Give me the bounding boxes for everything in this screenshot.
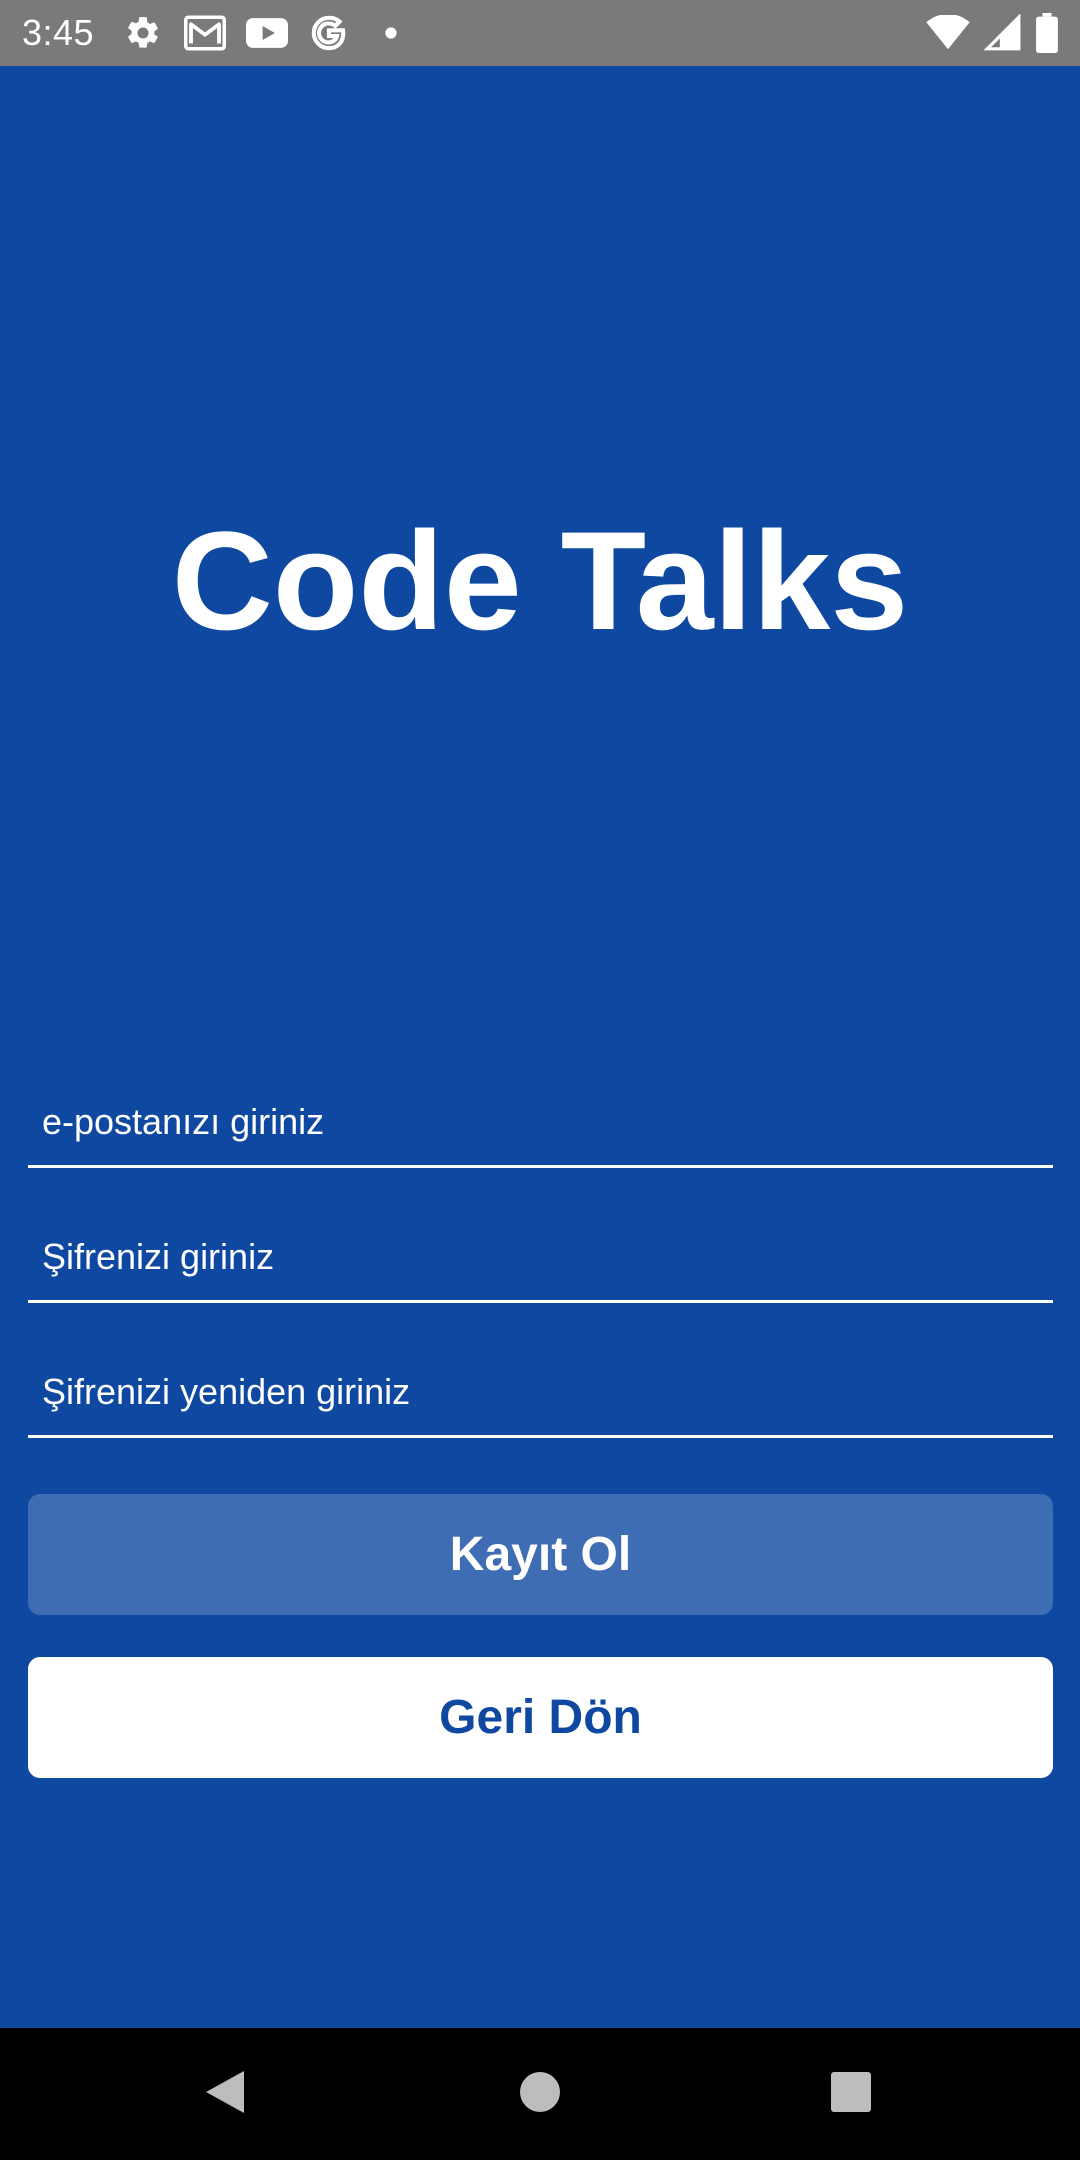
recents-icon [830, 2071, 872, 2118]
email-field[interactable] [42, 1101, 1032, 1143]
settings-icon [122, 12, 164, 54]
signal-icon [984, 14, 1022, 52]
notification-dot-icon [370, 12, 412, 54]
home-icon [518, 2070, 562, 2119]
password-field-container [28, 1193, 1053, 1303]
nav-back-button[interactable] [165, 2028, 285, 2160]
back-button-label: Geri Dön [439, 1691, 642, 1744]
gmail-icon [184, 12, 227, 54]
notification-icons [122, 12, 412, 54]
password-field[interactable] [42, 1236, 1032, 1278]
nav-home-button[interactable] [480, 2028, 600, 2160]
status-time: 3:45 [22, 12, 95, 53]
password-repeat-field-container [28, 1328, 1053, 1438]
youtube-icon [246, 12, 289, 54]
navigation-bar [0, 2028, 1080, 2160]
back-button[interactable]: Geri Dön [28, 1657, 1053, 1778]
back-icon [202, 2067, 248, 2122]
status-bar: 3:45 [0, 0, 1080, 66]
email-field-container [28, 1058, 1053, 1168]
battery-icon [1036, 13, 1058, 53]
register-button-label: Kayıt Ol [449, 1528, 632, 1581]
wifi-icon [926, 15, 970, 51]
nav-recents-button[interactable] [791, 2028, 911, 2160]
register-screen: 3:45 Code Talks e-postanızı giriniz Kayı… [0, 0, 1080, 2160]
system-icons [926, 13, 1058, 53]
app-title: Code Talks [171, 502, 909, 659]
google-icon [308, 12, 350, 54]
password-repeat-field[interactable] [42, 1371, 1032, 1413]
register-button[interactable]: Kayıt Ol [28, 1494, 1053, 1615]
